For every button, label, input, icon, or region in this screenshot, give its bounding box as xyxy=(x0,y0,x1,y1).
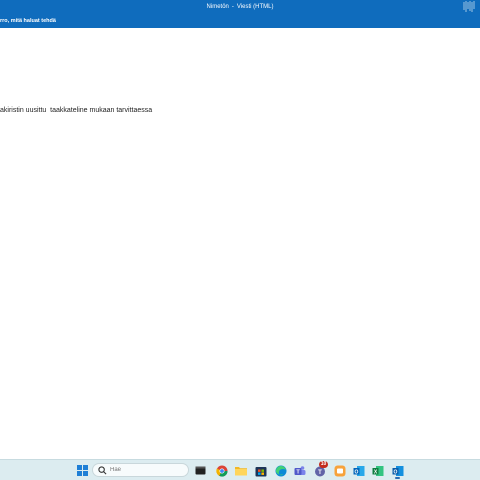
search-icon xyxy=(98,466,107,475)
store-button[interactable] xyxy=(253,463,268,478)
notification-badge: 10 xyxy=(319,461,328,468)
outlook-new-button[interactable]: O xyxy=(390,463,405,478)
svg-text:O: O xyxy=(393,469,397,475)
title-separator: - xyxy=(231,4,234,10)
windows-start-button[interactable] xyxy=(75,463,90,478)
excel-icon: X xyxy=(372,465,383,476)
store-icon xyxy=(255,466,266,476)
chrome-icon xyxy=(215,465,228,477)
title-document-name: Nimetön xyxy=(206,4,229,10)
microphone-icon[interactable] xyxy=(462,0,476,14)
file-explorer-icon xyxy=(234,467,247,476)
message-body[interactable]: akiristin uusittu taakkateline mukaan ta… xyxy=(0,28,480,459)
edge-button[interactable] xyxy=(273,463,288,478)
excel-button[interactable]: X xyxy=(370,463,385,478)
svg-text:T: T xyxy=(318,470,322,476)
teams-button[interactable]: T xyxy=(292,463,307,478)
taskbar-search-box[interactable] xyxy=(92,463,189,477)
photos-button[interactable] xyxy=(332,463,347,478)
message-body-text[interactable]: akiristin uusittu taakkateline mukaan ta… xyxy=(0,106,152,116)
file-explorer-button[interactable] xyxy=(233,463,248,478)
ribbon-bar: rro, mitä haluat tehdä xyxy=(0,15,480,28)
svg-text:O: O xyxy=(354,469,358,475)
title-app-mode: Viesti (HTML) xyxy=(236,4,274,10)
chrome-button[interactable] xyxy=(214,463,229,478)
active-app-indicator xyxy=(395,477,400,479)
outlook-icon: O xyxy=(353,465,364,476)
terminal-button[interactable] xyxy=(193,463,208,478)
terminal-icon xyxy=(195,466,206,475)
outlook-new-icon: O xyxy=(392,465,403,476)
edge-icon xyxy=(275,465,286,476)
tell-me-search[interactable]: rro, mitä haluat tehdä xyxy=(0,17,56,26)
teams-icon: T xyxy=(294,465,305,475)
windows-start-icon xyxy=(77,465,88,476)
title-bar: Nimetön - Viesti (HTML) xyxy=(0,0,480,15)
taskbar: T T 10 O xyxy=(0,459,480,480)
photos-icon xyxy=(334,465,345,476)
window-title: Nimetön - Viesti (HTML) xyxy=(0,3,480,12)
outlook-button[interactable]: O xyxy=(351,463,366,478)
screen: Nimetön - Viesti (HTML) rro, mitä haluat t… xyxy=(0,0,480,480)
search-input[interactable] xyxy=(110,465,180,475)
